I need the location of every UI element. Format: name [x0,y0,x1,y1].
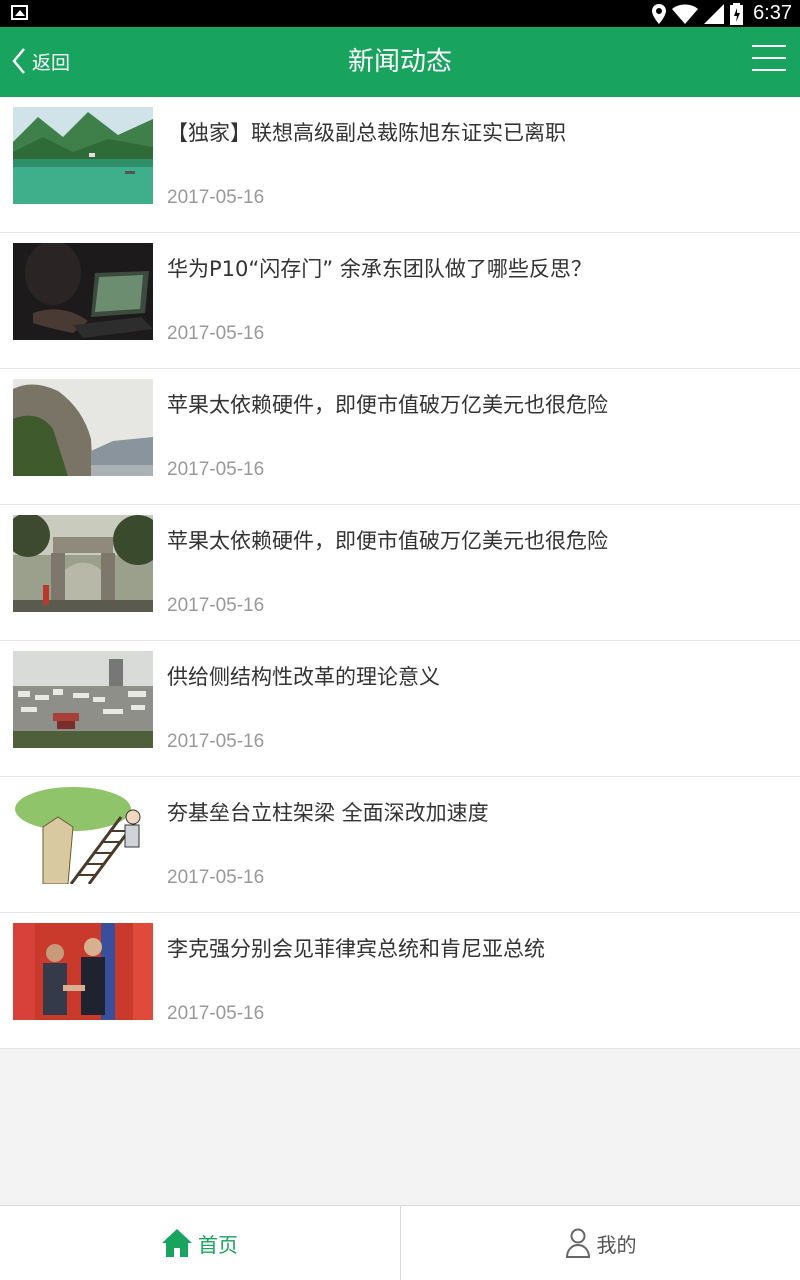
app-header: 返回 新闻动态 [0,27,800,97]
river-valley-photo [13,107,153,204]
news-title: 夯基垒台立柱架梁 全面深改加速度 [167,801,489,825]
wifi-icon [672,4,699,24]
news-date: 2017-05-16 [167,595,265,616]
image-notification-icon [11,5,28,20]
location-icon [652,3,667,24]
tab-me-label: 我的 [596,1232,637,1257]
page-title: 新闻动态 [347,47,452,77]
tab-home-label: 首页 [198,1232,238,1257]
status-bar: 6:37 [0,0,800,27]
news-date: 2017-05-16 [167,459,265,480]
news-item[interactable]: 【独家】联想高级副总裁陈旭东证实已离职 2017-05-16 [0,97,800,233]
news-date: 2017-05-16 [167,731,265,752]
news-date: 2017-05-16 [167,1003,265,1024]
bottom-tab-bar: 首页 我的 [0,1205,800,1280]
news-title: 供给侧结构性改革的理论意义 [167,665,440,689]
news-item[interactable]: 夯基垒台立柱架梁 全面深改加速度 2017-05-16 [0,777,800,913]
user-icon [565,1228,590,1258]
news-item[interactable]: 苹果太依赖硬件，即便市值破万亿美元也很危险 2017-05-16 [0,505,800,641]
news-list: 【独家】联想高级副总裁陈旭东证实已离职 2017-05-16 华为P10“闪存门… [0,97,800,1049]
laptop-dark-photo [13,243,153,340]
news-date: 2017-05-16 [167,323,265,344]
news-item[interactable]: 供给侧结构性改革的理论意义 2017-05-16 [0,641,800,777]
news-title: 李克强分别会见菲律宾总统和肯尼亚总统 [167,937,545,961]
news-title: 苹果太依赖硬件，即便市值破万亿美元也很危险 [167,393,608,417]
menu-button[interactable] [752,45,786,75]
news-date: 2017-05-16 [167,187,265,208]
clock: 6:37 [753,2,792,24]
handshake-photo [13,923,153,1020]
news-item[interactable]: 华为P10“闪存门” 余承东团队做了哪些反思？ 2017-05-16 [0,233,800,369]
snowy-town-photo [13,651,153,748]
news-title: 【独家】联想高级副总裁陈旭东证实已离职 [167,121,566,145]
menu-icon [752,45,786,47]
news-title: 华为P10“闪存门” 余承东团队做了哪些反思？ [167,257,592,281]
battery-icon [730,2,744,25]
news-title: 苹果太依赖硬件，即便市值破万亿美元也很危险 [167,529,608,553]
tree-ladder-cartoon [13,787,153,884]
news-date: 2017-05-16 [167,867,265,888]
news-item[interactable]: 苹果太依赖硬件，即便市值破万亿美元也很危险 2017-05-16 [0,369,800,505]
news-item[interactable]: 李克强分别会见菲律宾总统和肯尼亚总统 2017-05-16 [0,913,800,1049]
tab-home[interactable]: 首页 [0,1206,400,1280]
stone-gate-photo [13,515,153,612]
home-icon [162,1229,192,1257]
tab-me[interactable]: 我的 [400,1206,800,1280]
cliff-river-photo [13,379,153,476]
signal-icon [704,3,725,24]
